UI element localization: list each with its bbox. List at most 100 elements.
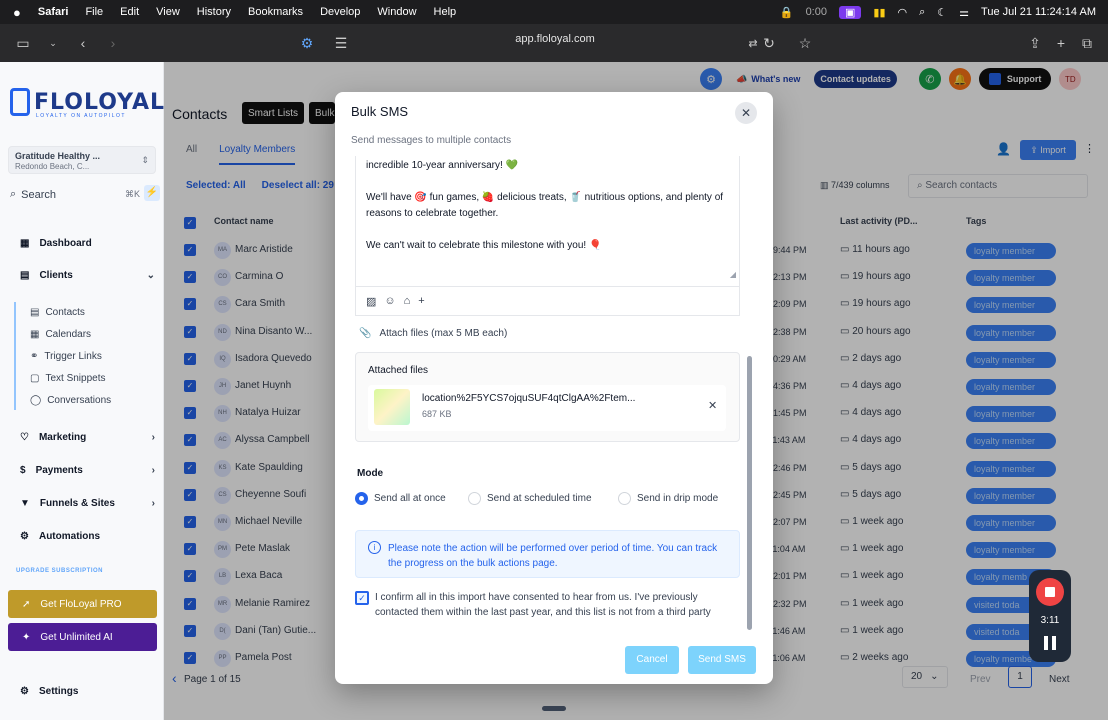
sidebar-item-contacts[interactable]: ▤ Contacts	[30, 307, 85, 318]
sidebar: FLOLOYAL LOYALTY ON AUTOPILOT Gratitude …	[0, 62, 164, 720]
tag-icon[interactable]: ⌂	[404, 295, 411, 307]
attach-files-button[interactable]: 📎 Attach files (max 5 MB each)	[359, 328, 507, 339]
remove-file-icon[interactable]: ✕	[708, 399, 717, 412]
link-icon: ⚭	[30, 351, 39, 362]
rocket-icon: ➚	[22, 598, 31, 610]
back-icon[interactable]: ‹	[72, 32, 94, 54]
sidebar-item-payments[interactable]: $ Payments ›	[20, 465, 155, 476]
heart-icon: ♡	[20, 432, 29, 443]
get-ai-button[interactable]: ✦ Get Unlimited AI	[8, 623, 157, 651]
close-icon[interactable]: ✕	[735, 102, 757, 124]
menu-help[interactable]: Help	[434, 6, 457, 18]
focus-moon-icon[interactable]: ☾	[937, 6, 947, 19]
dollar-icon: $	[20, 465, 26, 476]
send-sms-button[interactable]: Send SMS	[688, 646, 756, 674]
info-icon: i	[368, 541, 381, 554]
consent-confirmation[interactable]: ✓ I confirm all in this import have cons…	[355, 590, 740, 620]
calendar-icon: ▦	[30, 329, 40, 340]
spotlight-icon[interactable]: ⌕	[919, 6, 925, 19]
apple-icon[interactable]: ●	[13, 5, 21, 20]
message-line-2: We'll have 🎯 fun games, 🍓 delicious trea…	[366, 192, 724, 219]
address-bar[interactable]: app.floloyal.com	[470, 33, 640, 45]
mode-scheduled[interactable]: Send at scheduled time	[468, 492, 592, 505]
info-notice: i Please note the action will be perform…	[355, 530, 740, 578]
lock-icon[interactable]: 🔒	[780, 6, 794, 19]
get-pro-button[interactable]: ➚ Get FloLoyal PRO	[8, 590, 157, 618]
chevron-down-icon: ⌄	[146, 270, 155, 281]
brand-logo[interactable]: FLOLOYAL LOYALTY ON AUTOPILOT	[10, 88, 165, 119]
menu-file[interactable]: File	[85, 6, 103, 18]
sidebar-item-marketing[interactable]: ♡ Marketing ›	[20, 432, 155, 443]
sidebar-item-automations[interactable]: ⚙ Automations	[20, 531, 155, 542]
sidebar-search[interactable]: ⌕ Search ⌘K ⚡	[10, 185, 160, 201]
sidebar-item-trigger-links[interactable]: ⚭ Trigger Links	[30, 351, 102, 362]
record-timer[interactable]: 0:00	[806, 6, 827, 18]
mode-drip[interactable]: Send in drip mode	[618, 492, 718, 505]
menu-edit[interactable]: Edit	[120, 6, 139, 18]
sidebar-item-conversations[interactable]: ◯ Conversations	[30, 395, 111, 406]
menu-clock[interactable]: Tue Jul 21 11:24:14 AM	[981, 6, 1096, 18]
attached-file: location%2F5YCS7ojquSUF4qtClgAA%2Ftem...…	[368, 385, 726, 431]
location-switcher[interactable]: Gratitude Healthy ... Redondo Beach, C..…	[8, 146, 156, 174]
sidebar-toggle-icon[interactable]: ▭	[12, 32, 34, 54]
quick-actions-icon[interactable]: ⚡	[144, 185, 160, 201]
modal-scrollbar[interactable]	[747, 356, 752, 630]
message-line-1: incredible 10-year anniversary! 💚	[366, 160, 518, 171]
menu-view[interactable]: View	[156, 6, 180, 18]
mode-label: Mode	[357, 468, 384, 479]
chevron-right-icon: ›	[151, 432, 155, 443]
file-thumbnail	[374, 389, 410, 425]
image-icon[interactable]: ▨	[366, 295, 376, 308]
chevron-down-icon[interactable]: ⌄	[42, 32, 64, 54]
menu-window[interactable]: Window	[377, 6, 416, 18]
stop-record-icon[interactable]	[1036, 578, 1064, 606]
file-size: 687 KB	[422, 409, 452, 419]
sidebar-item-text-snippets[interactable]: ▢ Text Snippets	[30, 373, 106, 384]
sidebar-item-settings[interactable]: ⚙ Settings	[20, 686, 78, 697]
mode-send-all[interactable]: Send all at once	[355, 492, 446, 505]
scroll-handle[interactable]	[542, 706, 566, 711]
resize-handle-icon[interactable]: ◢	[730, 270, 736, 279]
new-tab-icon[interactable]: +	[1050, 32, 1072, 54]
reload-icon[interactable]: ↻	[758, 32, 780, 54]
logo-mark-icon	[10, 88, 30, 116]
sidebar-item-clients[interactable]: ▤ Clients ⌄	[20, 270, 155, 281]
attached-files-panel: Attached files location%2F5YCS7ojquSUF4q…	[355, 352, 740, 442]
menu-bookmarks[interactable]: Bookmarks	[248, 6, 303, 18]
plus-icon[interactable]: +	[418, 295, 424, 307]
forward-icon[interactable]: ›	[102, 32, 124, 54]
wifi-icon[interactable]: ◠	[898, 6, 908, 19]
submenu-indicator	[14, 302, 16, 410]
sidebar-item-calendars[interactable]: ▦ Calendars	[30, 329, 91, 340]
cancel-button[interactable]: Cancel	[625, 646, 679, 674]
automation-icon: ⚙	[20, 531, 29, 542]
emoji-icon[interactable]: ☺	[384, 295, 395, 307]
tab-overview-icon[interactable]: ⧉	[1076, 32, 1098, 54]
recording-time: 3:11	[1040, 615, 1060, 626]
contacts-icon: ▤	[30, 307, 40, 318]
menu-app-name[interactable]: Safari	[38, 6, 69, 18]
consent-checkbox[interactable]: ✓	[355, 591, 369, 605]
sidebar-item-funnels[interactable]: ▼ Funnels & Sites ›	[20, 498, 155, 509]
share-icon[interactable]: ⇪	[1024, 32, 1046, 54]
battery-icon[interactable]: ▮▮	[873, 6, 885, 19]
menu-develop[interactable]: Develop	[320, 6, 360, 18]
chat-icon: ◯	[30, 395, 42, 406]
radio-unselected	[468, 492, 481, 505]
control-center-icon[interactable]: ⚌	[959, 6, 969, 19]
extension-icon[interactable]: ⚙	[296, 32, 318, 54]
page-menu-icon[interactable]: ☰	[330, 32, 352, 54]
sparkle-icon: ✦	[22, 631, 31, 643]
radio-selected	[355, 492, 368, 505]
clients-icon: ▤	[20, 270, 30, 281]
snippet-icon: ▢	[30, 373, 40, 384]
pause-icon[interactable]	[1044, 636, 1056, 650]
menu-history[interactable]: History	[197, 6, 231, 18]
attached-files-heading: Attached files	[368, 365, 429, 376]
screen-recorder-widget: 3:11	[1029, 570, 1071, 662]
bookmark-star-icon[interactable]: ☆	[794, 32, 816, 54]
sidebar-item-dashboard[interactable]: ▦ Dashboard	[20, 238, 155, 249]
screen-record-icon[interactable]: ▣	[838, 5, 862, 19]
editor-toolbar: ▨ ☺ ⌂ +	[355, 286, 740, 316]
file-name: location%2F5YCS7ojquSUF4qtClgAA%2Ftem...	[422, 393, 636, 404]
